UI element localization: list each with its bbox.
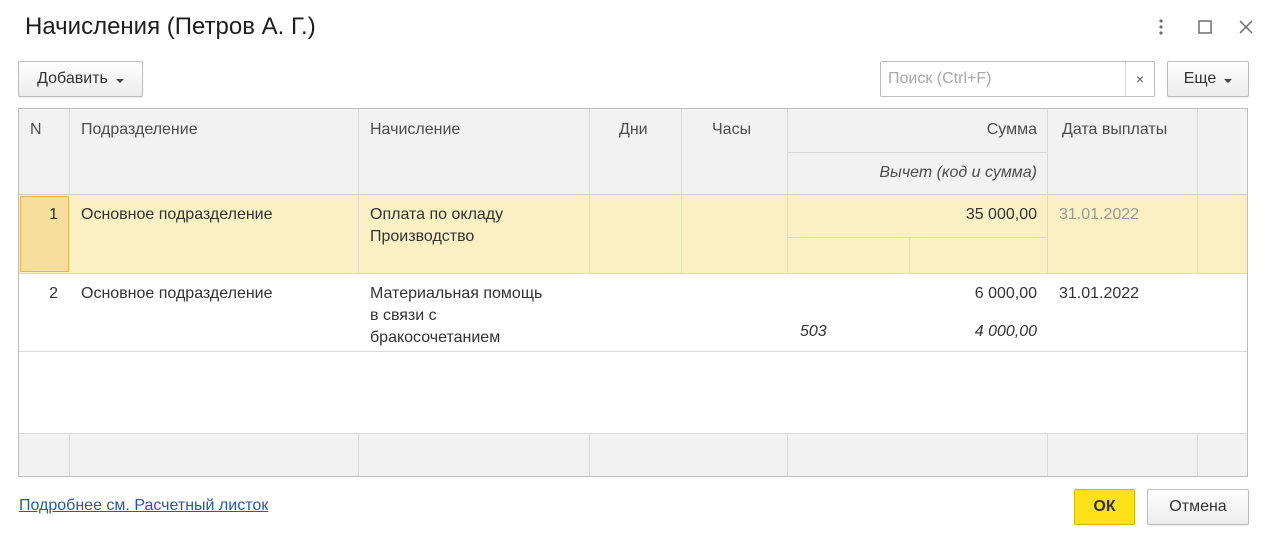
column-header-deduction[interactable]: Вычет (код и сумма) [788,164,1037,182]
row-1-n: 1 [49,206,58,223]
ok-button[interactable]: ОК [1074,489,1135,525]
row-2-accrual-line3: бракосочетанием [370,329,501,346]
column-header-pay-date[interactable]: Дата выплаты [1062,121,1167,139]
table-footer [19,434,1247,476]
row-1-accrual-line1: Оплата по окладу [370,206,504,223]
add-button[interactable]: Добавить [18,61,143,97]
accruals-table: N Подразделение Начисление Дни Часы Сумм… [18,108,1248,477]
row-1-pay-date: 31.01.2022 [1059,206,1140,223]
row-1-amount: 35 000,00 [965,206,1037,223]
column-header-amount[interactable]: Сумма [788,121,1037,139]
row-2-n: 2 [49,285,58,302]
column-header-n[interactable]: N [30,121,42,139]
row-2-amount: 6 000,00 [974,285,1037,302]
more-options-icon[interactable] [1150,14,1172,40]
column-header-days[interactable]: Дни [619,121,648,139]
search-input[interactable] [881,62,1126,96]
close-icon[interactable] [1235,14,1257,40]
payslip-details-link[interactable]: Подробнее см. Расчетный листок [19,497,268,515]
column-header-accrual[interactable]: Начисление [370,121,460,139]
row-2-accrual-line2: в связи с [370,307,437,324]
chevron-down-icon [1224,78,1233,83]
chevron-down-icon [115,78,124,83]
more-button-label: Еще [1183,70,1217,87]
row-2-pay-date: 31.01.2022 [1059,285,1140,302]
cancel-button[interactable]: Отмена [1147,489,1249,525]
row-2-accrual-line1: Материальная помощь [370,285,543,302]
search-field[interactable]: × [880,61,1155,97]
row-1-department: Основное подразделение [81,206,273,223]
more-button[interactable]: Еще [1167,61,1249,97]
add-button-label: Добавить [37,70,108,87]
maximize-icon[interactable] [1194,14,1216,40]
column-header-hours[interactable]: Часы [712,121,751,139]
column-header-department[interactable]: Подразделение [81,121,198,139]
window-title: Начисления (Петров А. Г.) [25,13,316,40]
clear-search-button[interactable]: × [1125,62,1154,96]
clear-icon: × [1135,71,1145,87]
row-2-deduction-amount: 4 000,00 [974,323,1037,340]
row-2-department: Основное подразделение [81,285,273,302]
cancel-button-label: Отмена [1169,498,1227,515]
row-2-deduction-code: 503 [800,323,827,340]
row-1-accrual-line2: Производство [370,228,475,245]
